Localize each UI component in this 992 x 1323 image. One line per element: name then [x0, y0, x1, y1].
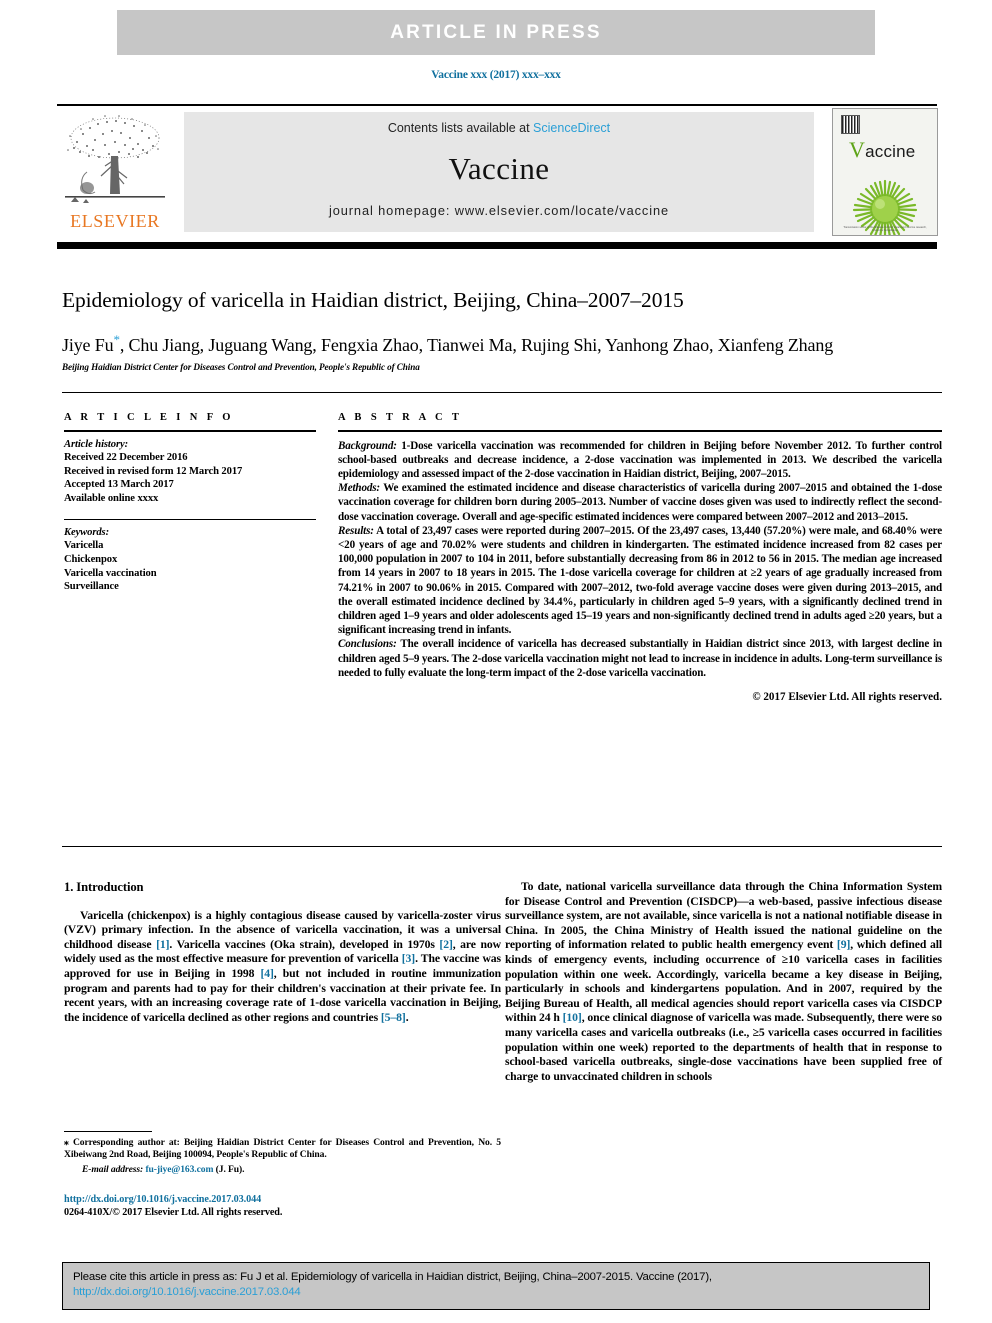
masthead-bottom-rule	[57, 242, 937, 249]
article-info-column: A R T I C L E I N F O Article history: R…	[64, 412, 316, 594]
article-history-block: Article history: Received 22 December 20…	[64, 438, 316, 506]
doi-block: http://dx.doi.org/10.1016/j.vaccine.2017…	[64, 1194, 501, 1219]
keyword-item: Chickenpox	[64, 554, 118, 566]
keyword-item: Varicella vaccination	[64, 567, 157, 579]
abstract-methods-text: We examined the estimated incidence and …	[338, 482, 942, 523]
barcode-icon	[841, 115, 860, 134]
cover-title-rest: accine	[865, 142, 916, 161]
abstract-background-text: 1-Dose varicella vaccination was recomme…	[338, 439, 942, 480]
abstract-results-text: A total of 23,497 cases were reported du…	[338, 524, 942, 637]
email-address-label: E-mail address:	[82, 1164, 144, 1176]
keyword-item: Varicella	[64, 540, 104, 552]
abstract-section-bottom-rule	[62, 846, 942, 847]
footnote-email-line: E-mail address: fu-jiye@163.com (J. Fu).	[64, 1164, 501, 1176]
history-item-revised: Received in revised form 12 March 2017	[64, 465, 243, 477]
article-in-press-banner: ARTICLE IN PRESS	[117, 10, 875, 55]
article-in-press-label: ARTICLE IN PRESS	[390, 21, 602, 43]
footnote-address-line: ⁎ Corresponding author at: Beijing Haidi…	[64, 1137, 501, 1161]
author-affiliation: Beijing Haidian District Center for Dise…	[62, 362, 420, 372]
abstract-copyright: © 2017 Elsevier Ltd. All rights reserved…	[752, 691, 942, 704]
introduction-paragraph-right: To date, national varicella surveillance…	[505, 880, 942, 1084]
email-address-link[interactable]: fu-jiye@163.com	[145, 1164, 213, 1175]
abstract-paragraph-conclusions: Conclusions: The overall incidence of va…	[338, 637, 942, 680]
keywords-label: Keywords:	[64, 526, 110, 538]
page-title: Epidemiology of varicella in Haidian dis…	[62, 288, 684, 312]
keywords-rule	[64, 518, 316, 520]
abstract-methods-label: Methods:	[338, 482, 380, 495]
citation-ref-10[interactable]: [10]	[563, 1011, 582, 1024]
abstract-paragraph-results: Results: A total of 23,497 cases were re…	[338, 524, 942, 638]
journal-cover-thumbnail: Vaccine Transmission vector of the Disea…	[832, 108, 938, 236]
introduction-heading: 1. Introduction	[64, 880, 144, 894]
citation-ref-3[interactable]: [3]	[402, 952, 415, 965]
cite-doi-link-part1[interactable]: http://dx.doi.org/	[73, 1286, 151, 1298]
abstract-section-top-rule	[62, 392, 942, 393]
history-item-received: Received 22 December 2016	[64, 452, 188, 464]
elsevier-tree-icon	[65, 115, 165, 203]
elsevier-wordmark: ELSEVIER	[70, 211, 160, 231]
abstract-conclusions-text: The overall incidence of varicella has d…	[338, 638, 942, 679]
contents-prefix-text: Contents lists available at	[387, 121, 534, 135]
intro-left-text-f: .	[405, 1010, 409, 1024]
abstract-background-label: Background:	[338, 439, 397, 452]
corresponding-author-footnote: ⁎ Corresponding author at: Beijing Haidi…	[64, 1137, 501, 1176]
cite-this-article-box: Please cite this article in press as: Fu…	[62, 1262, 930, 1310]
journal-masthead: ELSEVIER Contents lists available at Sci…	[57, 104, 938, 236]
article-info-rule	[64, 430, 316, 432]
cover-title-initial: V	[849, 137, 866, 162]
author-list: Jiye Fu*, Chu Jiang, Juguang Wang, Fengx…	[62, 332, 947, 356]
article-history-label: Article history:	[64, 438, 129, 450]
citation-ref-5-8[interactable]: [5–8]	[381, 1011, 406, 1024]
history-item-online: Available online xxxx	[64, 492, 159, 504]
abstract-paragraph-background: Background: 1-Dose varicella vaccination…	[338, 439, 942, 482]
issn-copyright-line: 0264-410X/© 2017 Elsevier Ltd. All right…	[64, 1206, 283, 1218]
abstract-heading: A B S T R A C T	[338, 412, 463, 423]
running-head-citation: Vaccine xxx (2017) xxx–xxx	[431, 69, 561, 81]
citation-ref-4[interactable]: [4]	[260, 967, 273, 980]
footnote-address-text: Corresponding author at: Beijing Haidian…	[64, 1137, 501, 1161]
introduction-right-column: To date, national varicella surveillance…	[505, 880, 942, 1084]
abstract-column: A B S T R A C T Background: 1-Dose varic…	[338, 412, 942, 703]
doi-link[interactable]: http://dx.doi.org/10.1016/j.vaccine.2017…	[64, 1194, 501, 1207]
introduction-left-column: 1. Introduction Varicella (chickenpox) i…	[64, 880, 501, 1025]
abstract-body: Background: 1-Dose varicella vaccination…	[338, 439, 942, 680]
cite-text: Please cite this article in press as: Fu…	[73, 1271, 712, 1283]
keywords-block: Keywords: Varicella Chickenpox Varicella…	[64, 526, 316, 594]
first-author-name: Jiye Fu	[62, 335, 114, 355]
keyword-item: Surveillance	[64, 581, 119, 593]
contents-list-line: Contents lists available at ScienceDirec…	[388, 121, 610, 135]
cover-journal-title: Vaccine	[849, 137, 915, 163]
masthead-center-panel: Contents lists available at ScienceDirec…	[184, 112, 814, 232]
other-authors-names: , Chu Jiang, Juguang Wang, Fengxia Zhao,…	[119, 335, 834, 355]
footnote-separator-rule	[64, 1131, 152, 1132]
abstract-paragraph-methods: Methods: We examined the estimated incid…	[338, 481, 942, 524]
article-info-heading: A R T I C L E I N F O	[64, 412, 234, 423]
journal-homepage-link[interactable]: journal homepage: www.elsevier.com/locat…	[329, 203, 669, 218]
introduction-paragraph-left: Varicella (chickenpox) is a highly conta…	[64, 909, 501, 1026]
intro-left-text-b: . Varicella vaccines (Oka strain), devel…	[169, 937, 440, 951]
citation-ref-9[interactable]: [9]	[837, 938, 850, 951]
abstract-results-label: Results:	[338, 524, 374, 537]
citation-ref-2[interactable]: [2]	[439, 938, 452, 951]
elsevier-logo: ELSEVIER	[57, 112, 173, 232]
abstract-rule	[338, 430, 942, 432]
journal-title: Vaccine	[448, 151, 550, 186]
citation-ref-1[interactable]: [1]	[156, 938, 169, 951]
cite-doi-link-part2[interactable]: 10.1016/j.vaccine.2017.03.044	[151, 1286, 301, 1298]
abstract-conclusions-label: Conclusions:	[338, 638, 397, 651]
sciencedirect-link[interactable]: ScienceDirect	[533, 121, 610, 135]
history-item-accepted: Accepted 13 March 2017	[64, 479, 174, 491]
cover-caption-text: Transmission vector of the Disease Contr…	[843, 226, 927, 232]
email-author-suffix: (J. Fu).	[213, 1164, 245, 1176]
